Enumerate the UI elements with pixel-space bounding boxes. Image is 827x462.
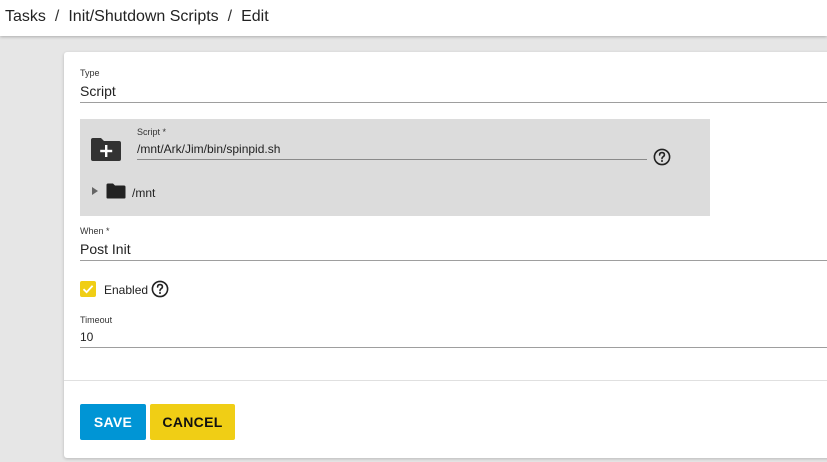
- when-label: When *: [80, 226, 110, 236]
- tree-node-mnt[interactable]: /mnt: [132, 186, 155, 200]
- enabled-label: Enabled: [104, 283, 149, 297]
- breadcrumb: Tasks / Init/Shutdown Scripts / Edit: [5, 8, 269, 26]
- script-explorer: Script * /mnt/Ark/Jim/bin/spinpid.sh /mn…: [80, 119, 710, 216]
- triangle-right-icon[interactable]: [92, 187, 98, 195]
- breadcrumb-separator: /: [227, 8, 233, 25]
- folder-plus-icon[interactable]: [90, 136, 122, 162]
- when-underline: [80, 260, 827, 261]
- folder-icon: [106, 183, 126, 199]
- form-divider: [64, 380, 827, 381]
- breadcrumb-item-init-shutdown-scripts[interactable]: Init/Shutdown Scripts: [68, 8, 218, 25]
- breadcrumb-item-edit: Edit: [241, 8, 269, 25]
- timeout-underline: [80, 347, 827, 348]
- cancel-button[interactable]: CANCEL: [150, 404, 235, 440]
- script-input[interactable]: /mnt/Ark/Jim/bin/spinpid.sh: [137, 142, 280, 156]
- save-button[interactable]: SAVE: [80, 404, 146, 440]
- script-underline: [137, 159, 647, 160]
- type-select[interactable]: Script: [80, 83, 116, 99]
- breadcrumb-separator: /: [54, 8, 60, 25]
- enabled-checkbox[interactable]: [80, 281, 96, 297]
- check-icon: [82, 285, 94, 294]
- script-label: Script *: [137, 127, 167, 137]
- type-underline: [80, 102, 827, 103]
- help-circle-icon[interactable]: [151, 280, 169, 298]
- help-circle-icon[interactable]: [653, 148, 671, 166]
- type-label: Type: [80, 68, 100, 78]
- top-bar: Tasks / Init/Shutdown Scripts / Edit: [0, 0, 827, 36]
- when-select[interactable]: Post Init: [80, 241, 131, 257]
- form-card: Type Script Script * /mnt/Ark/Jim/bin/sp…: [64, 52, 827, 458]
- timeout-label: Timeout: [80, 315, 113, 325]
- timeout-input[interactable]: 10: [80, 330, 93, 344]
- breadcrumb-item-tasks[interactable]: Tasks: [5, 8, 46, 25]
